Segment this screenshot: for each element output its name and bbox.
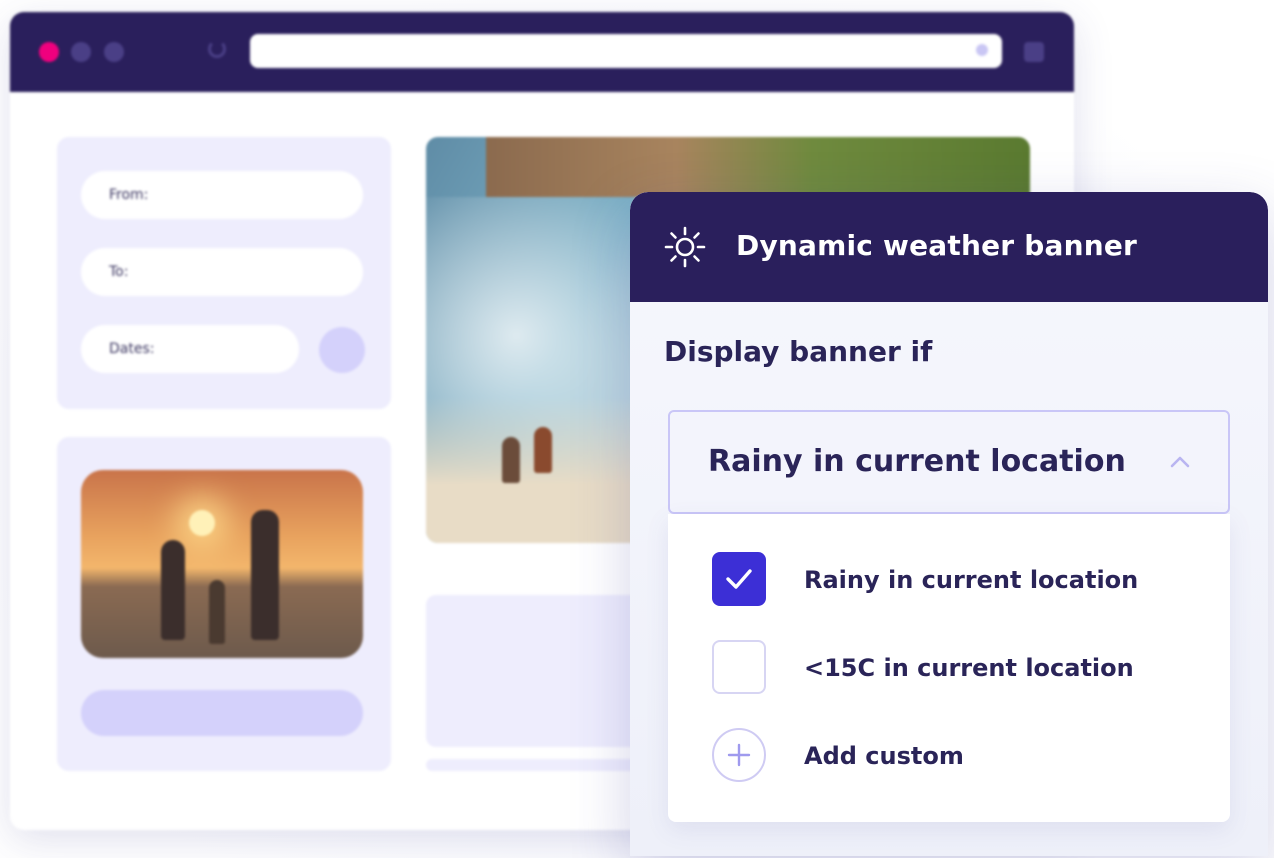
from-field[interactable]: From:: [81, 171, 363, 219]
option-label: <15C in current location: [804, 654, 1134, 682]
sun-glow: [189, 510, 215, 536]
add-custom-label: Add custom: [804, 742, 964, 770]
condition-dropdown[interactable]: Rainy in current location: [668, 410, 1230, 514]
minimize-window-icon[interactable]: [71, 42, 91, 62]
booking-form: From: To: Dates:: [57, 137, 391, 409]
panel-header: Dynamic weather banner: [630, 192, 1268, 302]
beach-person: [502, 437, 520, 483]
option-label: Rainy in current location: [804, 566, 1139, 594]
add-custom-option[interactable]: Add custom: [668, 728, 1230, 784]
search-icon: [976, 44, 988, 56]
beach-person: [534, 427, 552, 473]
silhouette: [251, 510, 279, 640]
option-rainy[interactable]: Rainy in current location: [668, 552, 1230, 608]
silhouette: [209, 580, 225, 644]
option-under-15c[interactable]: <15C in current location: [668, 640, 1230, 696]
maximize-window-icon[interactable]: [104, 42, 124, 62]
to-field[interactable]: To:: [81, 248, 363, 296]
browser-menu-icon[interactable]: [1024, 42, 1044, 62]
browser-toolbar: [10, 12, 1074, 92]
dates-field[interactable]: Dates:: [81, 325, 299, 373]
checkbox-unchecked[interactable]: [712, 640, 766, 694]
reload-icon[interactable]: [208, 40, 226, 58]
address-bar[interactable]: [250, 34, 1002, 68]
checkbox-checked[interactable]: [712, 552, 766, 606]
chevron-up-icon[interactable]: [1168, 450, 1192, 474]
silhouette: [161, 540, 185, 640]
dropdown-options-list: Rainy in current location <15C in curren…: [668, 514, 1230, 822]
plus-icon[interactable]: [712, 728, 766, 782]
sunset-family-photo: [81, 470, 363, 658]
promo-card: [57, 437, 391, 771]
checkmark-icon: [726, 569, 752, 589]
sun-icon: [664, 226, 706, 268]
display-condition-label: Display banner if: [664, 335, 933, 368]
date-picker-button[interactable]: [319, 327, 365, 373]
close-window-icon[interactable]: [39, 42, 59, 62]
panel-title: Dynamic weather banner: [736, 229, 1138, 262]
stage: From: To: Dates: Dynamic weather banner …: [0, 0, 1274, 858]
dropdown-selected-value: Rainy in current location: [708, 444, 1126, 479]
weather-banner-panel: Dynamic weather banner Display banner if…: [630, 192, 1268, 856]
card-cta-button[interactable]: [81, 690, 363, 736]
rocks: [486, 137, 1030, 197]
